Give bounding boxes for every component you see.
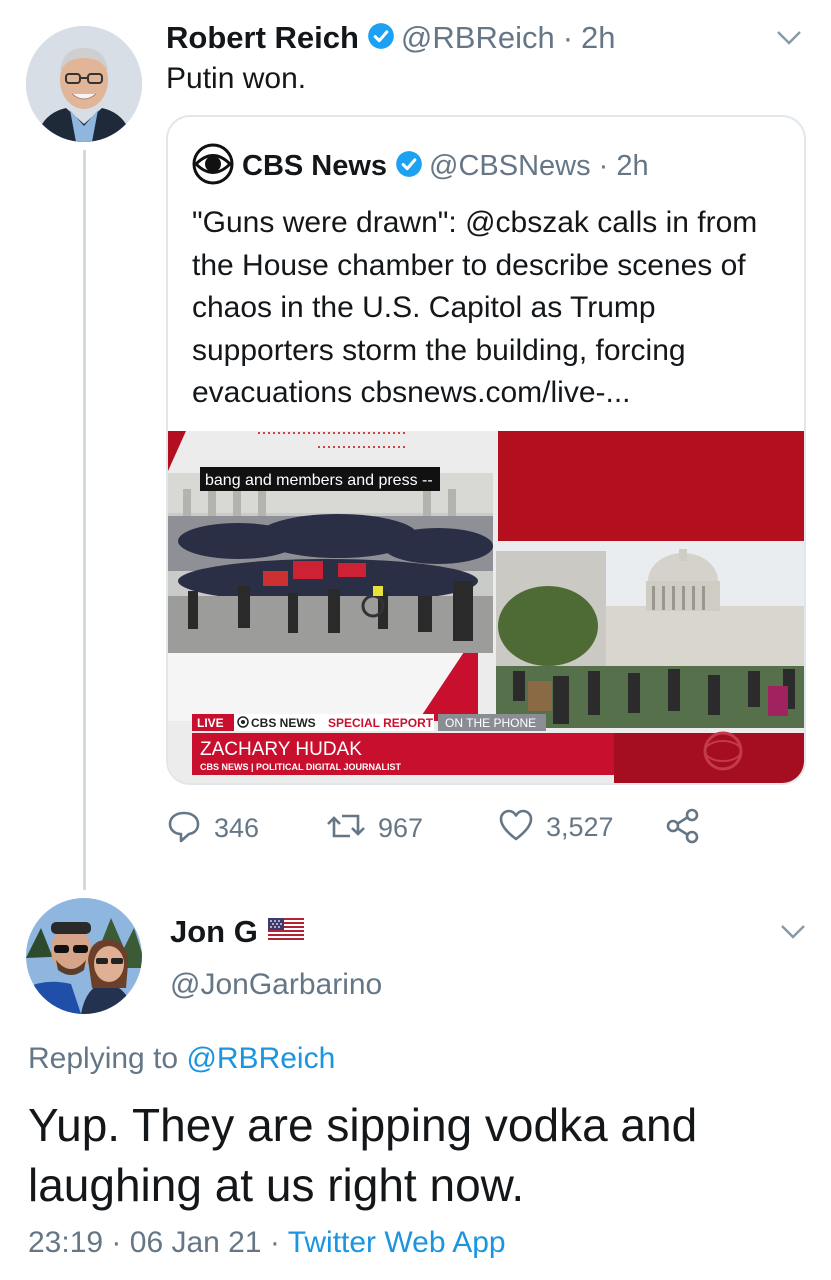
- like-button[interactable]: 3,527: [498, 808, 614, 847]
- heart-icon: [498, 808, 534, 847]
- original-author-handle[interactable]: @RBReich: [401, 20, 555, 56]
- reply-tweet-header: Jon G: [170, 914, 304, 950]
- network-label: CBS NEWS: [251, 716, 316, 730]
- reply-tweet-meta: 23:19 · 06 Jan 21 · Twitter Web App: [28, 1226, 506, 1260]
- quoted-author-handle[interactable]: @CBSNews: [429, 150, 591, 183]
- thread-connector-line: [83, 150, 86, 890]
- share-icon: [666, 808, 700, 849]
- retweet-button[interactable]: 967: [326, 808, 423, 849]
- verified-badge-icon: [395, 150, 423, 183]
- us-flag-icon: [267, 917, 304, 947]
- original-tweet-time[interactable]: 2h: [581, 20, 615, 56]
- separator-dot: ·: [269, 1226, 280, 1259]
- robert-reich-avatar-image: [26, 26, 142, 142]
- chevron-down-icon[interactable]: [776, 30, 802, 51]
- news-broadcast-image: bang and members and press -- LIVE CBS N…: [168, 431, 804, 783]
- special-report-label: SPECIAL REPORT: [328, 716, 434, 730]
- quoted-tweet-time[interactable]: 2h: [616, 150, 648, 183]
- jon-g-avatar[interactable]: [26, 898, 142, 1014]
- original-tweet-text: Putin won.: [166, 62, 307, 95]
- person-name: ZACHARY HUDAK: [200, 739, 362, 760]
- tweet-action-bar: 346 967 3,527: [166, 808, 766, 852]
- quoted-author-name[interactable]: CBS News: [242, 150, 387, 183]
- original-tweet-header: Robert Reich @RBReich · 2h: [166, 20, 616, 56]
- quoted-tweet-header: CBS News @CBSNews · 2h: [192, 143, 649, 190]
- separator-dot: ·: [111, 1226, 122, 1259]
- separator-dot: ·: [598, 150, 609, 182]
- retweet-icon: [326, 808, 366, 849]
- quoted-tweet-card[interactable]: CBS News @CBSNews · 2h "Guns were drawn"…: [166, 115, 806, 785]
- quoted-tweet-media[interactable]: bang and members and press -- LIVE CBS N…: [168, 431, 804, 783]
- cbs-logo-icon: [192, 143, 234, 190]
- on-the-phone-label: ON THE PHONE: [445, 716, 536, 730]
- broadcast-caption: bang and members and press --: [205, 472, 433, 489]
- reply-button[interactable]: 346: [166, 808, 259, 849]
- replying-to-prefix: Replying to: [28, 1042, 179, 1075]
- retweet-count: 967: [378, 813, 424, 843]
- robert-reich-avatar[interactable]: [26, 26, 142, 142]
- reply-author-handle[interactable]: @JonGarbarino: [170, 968, 382, 1002]
- reply-icon: [166, 808, 202, 849]
- verified-badge-icon: [367, 22, 395, 55]
- reply-author-name[interactable]: Jon G: [170, 914, 258, 950]
- original-author-name[interactable]: Robert Reich: [166, 20, 359, 56]
- replying-to-mention[interactable]: @RBReich: [186, 1042, 335, 1075]
- person-title: CBS NEWS | POLITICAL DIGITAL JOURNALIST: [200, 762, 402, 772]
- separator-dot: ·: [562, 20, 574, 55]
- reply-date[interactable]: 06 Jan 21: [130, 1226, 262, 1259]
- reply-count: 346: [214, 813, 260, 843]
- reply-time[interactable]: 23:19: [28, 1226, 103, 1259]
- reply-tweet-text: Yup. They are sipping vodka and laughing…: [28, 1099, 698, 1211]
- replying-to-line: Replying to @RBReich: [28, 1042, 335, 1076]
- jon-g-avatar-image: [26, 898, 142, 1014]
- quoted-tweet-text: "Guns were drawn": @cbszak calls in from…: [192, 206, 758, 409]
- tweet-source-link[interactable]: Twitter Web App: [288, 1226, 506, 1259]
- share-button[interactable]: [666, 808, 700, 849]
- like-count: 3,527: [546, 812, 614, 842]
- chevron-down-icon[interactable]: [780, 924, 806, 945]
- live-label: LIVE: [197, 716, 224, 730]
